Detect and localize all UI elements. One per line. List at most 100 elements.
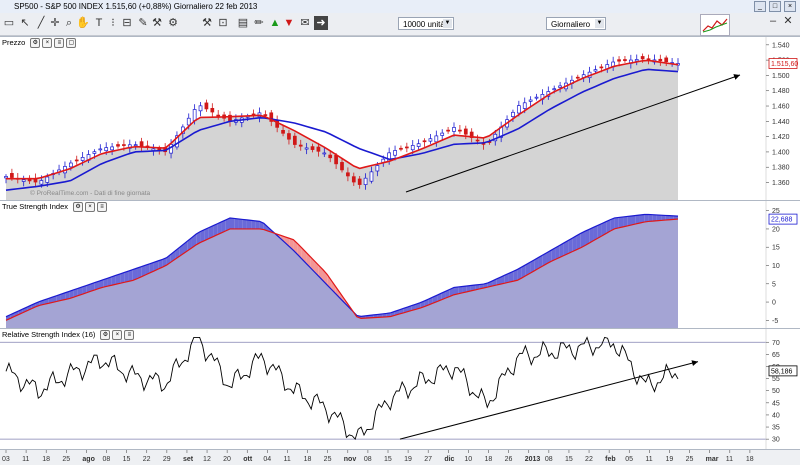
settings-icon[interactable]: ≡ [97, 201, 108, 212]
minimize-button[interactable]: _ [754, 1, 766, 12]
x-tick-label: 19 [665, 456, 673, 463]
current-value-label: 1.515,60 [771, 61, 798, 68]
candle-body [116, 144, 120, 147]
price-chart[interactable]: 1.5401.5201.5001.4801.4601.4401.4201.400… [0, 37, 800, 200]
x-tick-label: 22 [585, 456, 593, 463]
settings-icon[interactable]: ≡ [54, 37, 65, 48]
minimize-panel-icon[interactable]: ‒ [766, 14, 780, 28]
y-tick-label: 1.440 [772, 119, 790, 126]
x-tick-label: 25 [686, 456, 694, 463]
candle-body [139, 141, 144, 147]
candle-body [416, 143, 421, 147]
candle-body [186, 117, 191, 126]
x-tick-label: 11 [22, 456, 29, 463]
candle-body [281, 130, 285, 134]
candle-body [617, 59, 621, 62]
candle-body [357, 178, 362, 185]
candle-body [446, 129, 450, 132]
indicator-icon[interactable]: ▤ [236, 16, 250, 30]
text-icon[interactable]: T [92, 16, 106, 30]
candle-body [528, 99, 533, 102]
x-tick-label: 26 [505, 456, 513, 463]
candle-body [434, 135, 439, 143]
candle-body [316, 146, 321, 152]
wrench-icon[interactable]: ⚙ [100, 329, 111, 340]
candle-body [287, 133, 291, 140]
buy-arrow-icon[interactable]: ▲ [268, 16, 282, 30]
title-bar: SP500 - S&P 500 INDEX 1.515,60 (+0,88%) … [0, 0, 800, 14]
x-tick-label: nov [344, 456, 357, 463]
x-tick-label: set [183, 456, 194, 463]
tsi-diff-area [238, 218, 243, 229]
next-arrow-icon[interactable]: ➜ [314, 16, 328, 30]
settings-icon[interactable]: ≡ [124, 329, 135, 340]
line-draw-icon[interactable]: ╱ [34, 16, 48, 30]
tsi-diff-area [644, 214, 649, 223]
candle-body [399, 147, 403, 150]
close-icon[interactable]: × [42, 37, 53, 48]
close-panel-icon[interactable]: ✕ [781, 14, 795, 28]
close-icon[interactable]: × [85, 201, 96, 212]
crosshair-icon[interactable]: ✛ [48, 16, 62, 30]
y-tick-label: 65 [772, 352, 780, 359]
candle-body [263, 114, 268, 116]
y-tick-label: 50 [772, 388, 780, 395]
y-tick-label: 5 [772, 281, 776, 288]
candle-body [304, 147, 309, 150]
tsi-diff-area [246, 219, 252, 229]
alert-icon[interactable]: ✉ [298, 16, 312, 30]
timeframe-select[interactable]: Giornaliero ▼ [546, 17, 606, 30]
rsi-chart[interactable]: 70656055504540353058,186 [0, 329, 800, 450]
tsi-chart[interactable]: 2520151050-522,688 [0, 201, 800, 328]
wrench-icon[interactable]: ⚙ [73, 201, 84, 212]
candle-body [516, 105, 521, 114]
tsi-diff-area [627, 215, 632, 226]
candle-body [658, 58, 663, 62]
candle-body [475, 139, 480, 142]
x-tick-label: ott [243, 456, 253, 463]
x-tick-label: 20 [223, 456, 231, 463]
hammer-icon[interactable]: ⚒ [150, 16, 164, 30]
x-tick-label: 11 [726, 456, 733, 463]
maximize-button[interactable]: □ [769, 1, 781, 12]
dots-icon[interactable]: ⁝ [106, 16, 120, 30]
settings-icon[interactable]: ⚙ [166, 16, 180, 30]
tsi-diff-area [614, 217, 619, 229]
candle-body [552, 88, 557, 91]
ruler-icon[interactable]: ⊟ [120, 16, 134, 30]
x-tick-label: 29 [163, 456, 171, 463]
y-tick-label: 35 [772, 425, 780, 432]
candle-body [522, 102, 527, 109]
y-tick-label: 1.540 [772, 42, 790, 49]
quantity-select[interactable]: 10000 unità ▼ [398, 17, 454, 30]
sell-arrow-icon[interactable]: ▼ [282, 16, 296, 30]
hammer-tool-icon[interactable]: ⚒ [200, 16, 214, 30]
price-panel: Prezzo ⚙ × ≡ ▢ 1.5401.5201.5001.4801.460… [0, 36, 800, 200]
candle-body [346, 172, 350, 177]
tsi-panel-label: True Strength Index [2, 202, 69, 211]
chart-thumbnail-icon[interactable] [700, 14, 730, 36]
pencil-icon[interactable]: ✏ [252, 16, 266, 30]
candle-body [422, 140, 427, 143]
candle-body [122, 144, 126, 146]
chevron-down-icon: ▼ [595, 19, 604, 28]
measure-icon[interactable]: ⊡ [216, 16, 230, 30]
candle-body [310, 146, 315, 150]
close-icon[interactable]: × [112, 329, 123, 340]
candle-body [623, 59, 627, 61]
candle-body [198, 105, 203, 112]
candle-body [410, 145, 415, 151]
close-button[interactable]: × [784, 1, 796, 12]
y-tick-label: 1.460 [772, 104, 790, 111]
cursor-icon[interactable]: ↖ [18, 16, 32, 30]
candle-body [322, 152, 327, 155]
x-tick-label: ago [82, 456, 94, 463]
wrench-icon[interactable]: ⚙ [30, 37, 41, 48]
hand-icon[interactable]: ✋ [76, 16, 90, 30]
drawing-tools-icon[interactable]: ✎ [136, 16, 150, 30]
zoom-icon[interactable]: ⌕ [62, 16, 76, 30]
rsi-trendline [399, 360, 699, 440]
window-icon[interactable]: ▭ [2, 16, 16, 30]
x-tick-label: 2013 [525, 456, 541, 463]
maximize-icon[interactable]: ▢ [66, 37, 77, 48]
